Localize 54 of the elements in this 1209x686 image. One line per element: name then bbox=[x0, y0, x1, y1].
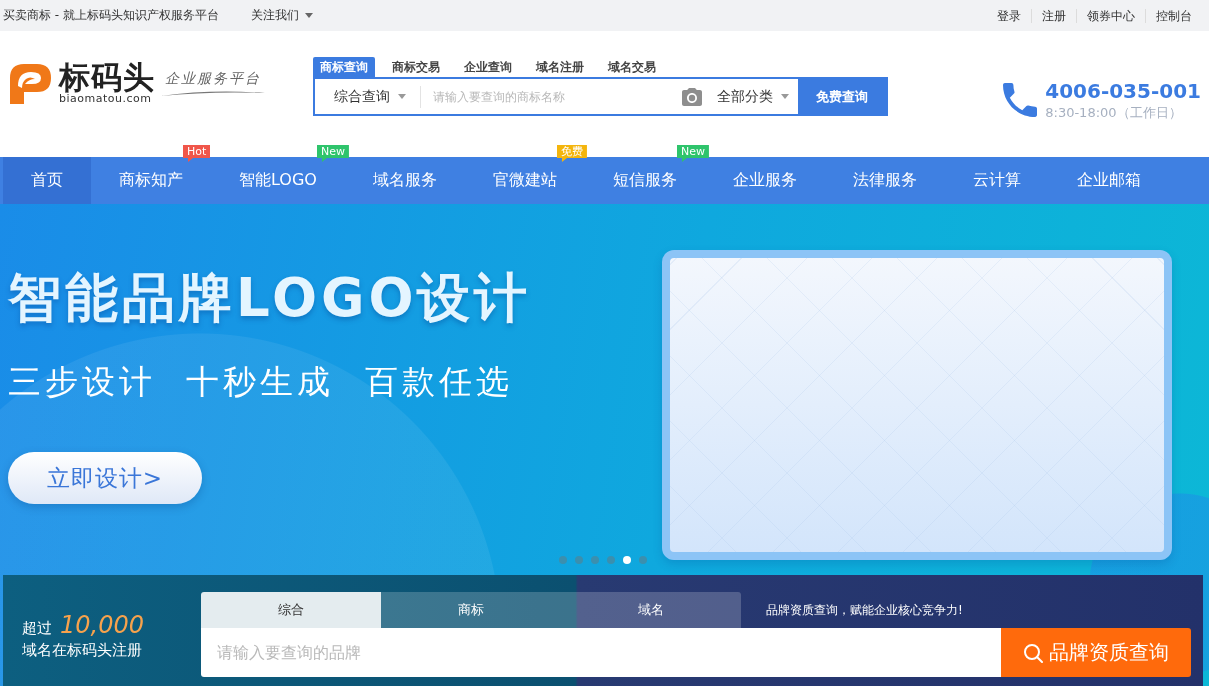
search-tab[interactable]: 商标查询 bbox=[313, 57, 375, 77]
search-bar[interactable]: 综合查询 请输入要查询的商标名称 全部分类 免费查询 bbox=[313, 77, 888, 116]
logo-slogan: 企业服务平台 bbox=[164, 69, 262, 87]
search-tab[interactable]: 企业查询 bbox=[457, 57, 519, 77]
caret-icon bbox=[398, 94, 406, 99]
follow-us-menu[interactable]: 关注我们 bbox=[250, 7, 313, 24]
brand-search-input[interactable]: 请输入要查询的品牌 bbox=[201, 628, 1001, 677]
search-tab[interactable]: 商标交易 bbox=[385, 57, 447, 77]
search-tab[interactable]: 域名注册 bbox=[529, 57, 591, 77]
free-search-button[interactable]: 免费查询 bbox=[798, 79, 886, 114]
nav-item[interactable]: 云计算 bbox=[944, 157, 1049, 204]
brand-search-tab[interactable]: 商标 bbox=[381, 592, 561, 628]
hotline-hours: 8:30-18:00（工作日） bbox=[1045, 104, 1183, 122]
stat-number: 10,000 bbox=[60, 611, 144, 639]
brand-search-slogan: 品牌资质查询，赋能企业核心竞争力! bbox=[766, 601, 963, 619]
logo-name: 标码头 bbox=[59, 61, 155, 93]
top-link[interactable]: 领券中心 bbox=[1076, 8, 1145, 23]
search-tab[interactable]: 域名交易 bbox=[601, 57, 663, 77]
caret-icon bbox=[781, 94, 789, 99]
banner-title: 智能品牌LOGO设计 bbox=[8, 267, 532, 329]
brand-search-tab[interactable]: 域名 bbox=[561, 592, 741, 628]
carousel-dot[interactable] bbox=[575, 556, 583, 564]
stat-caption: 域名在标码头注册 bbox=[22, 641, 143, 660]
brand-search-tab[interactable]: 综合 bbox=[201, 592, 381, 628]
search-input[interactable]: 请输入要查询的商标名称 bbox=[421, 79, 682, 114]
top-link[interactable]: 控制台 bbox=[1145, 8, 1202, 23]
hotline-number: 4006-035-001 bbox=[1045, 79, 1201, 103]
site-tagline: 买卖商标 - 就上标码头知识产权服务平台 bbox=[3, 7, 219, 24]
nav-badge: New bbox=[316, 145, 349, 162]
carousel-dot[interactable] bbox=[559, 556, 567, 564]
top-link[interactable]: 注册 bbox=[1031, 8, 1076, 23]
nav-item[interactable]: 企业邮箱 bbox=[1048, 157, 1169, 204]
stat-prefix: 超过 bbox=[22, 619, 52, 638]
phone-icon bbox=[1003, 83, 1038, 117]
logo-icon bbox=[8, 62, 53, 106]
carousel-dot[interactable] bbox=[607, 556, 615, 564]
camera-icon[interactable] bbox=[682, 87, 702, 106]
design-now-button[interactable]: 立即设计> bbox=[8, 452, 202, 504]
nav-item[interactable]: 法律服务 bbox=[824, 157, 945, 204]
category-dropdown[interactable]: 全部分类 bbox=[717, 79, 789, 114]
top-link[interactable]: 登录 bbox=[987, 8, 1031, 23]
banner-subtitle: 三步设计 十秒生成 百款任选 bbox=[8, 362, 513, 402]
logo-domain: biaomatou.com bbox=[59, 93, 152, 105]
carousel-dot[interactable] bbox=[639, 556, 647, 564]
search-icon bbox=[1023, 642, 1043, 663]
scope-dropdown[interactable]: 综合查询 bbox=[334, 79, 406, 114]
brand-search-button[interactable]: 品牌资质查询 bbox=[1001, 628, 1191, 677]
nav-badge: Hot bbox=[183, 145, 211, 162]
nav-badge: 免费 bbox=[556, 145, 587, 162]
caret-icon bbox=[304, 13, 313, 18]
nav-badge: New bbox=[676, 145, 709, 162]
carousel-dot[interactable] bbox=[623, 556, 631, 564]
carousel-dot[interactable] bbox=[591, 556, 599, 564]
nav-item[interactable]: 首页 bbox=[3, 157, 91, 204]
